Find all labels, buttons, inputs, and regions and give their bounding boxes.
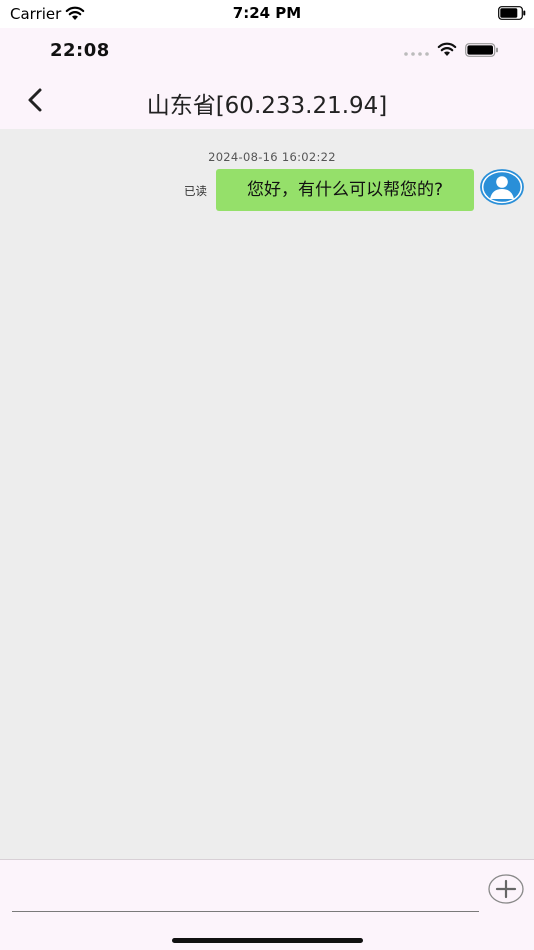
home-indicator[interactable]	[172, 938, 363, 943]
user-avatar-icon[interactable]	[480, 169, 524, 205]
add-button[interactable]	[488, 874, 524, 904]
page: Carrier 7:24 PM 22:08 山东省[60.233.21.94] …	[0, 0, 534, 950]
message-input[interactable]	[12, 874, 479, 910]
wifi-icon	[437, 42, 457, 56]
signal-dots-icon	[404, 52, 429, 56]
device-time: 7:24 PM	[232, 4, 302, 22]
message-bubble[interactable]: 您好，有什么可以帮您的?	[216, 169, 474, 211]
message-timestamp: 2024-08-16 16:02:22	[208, 150, 336, 164]
input-underline	[12, 911, 479, 912]
battery-icon	[498, 6, 526, 20]
chat-area[interactable]: 2024-08-16 16:02:22 已读 您好，有什么可以帮您的?	[0, 129, 534, 859]
page-title: 山东省[60.233.21.94]	[146, 93, 388, 119]
device-status-bar: Carrier 7:24 PM	[0, 0, 534, 28]
input-bar	[0, 859, 534, 950]
read-status: 已读	[184, 184, 207, 198]
app-status-time: 22:08	[50, 40, 110, 61]
battery-icon	[465, 43, 498, 57]
app-header: 22:08 山东省[60.233.21.94]	[0, 28, 534, 129]
